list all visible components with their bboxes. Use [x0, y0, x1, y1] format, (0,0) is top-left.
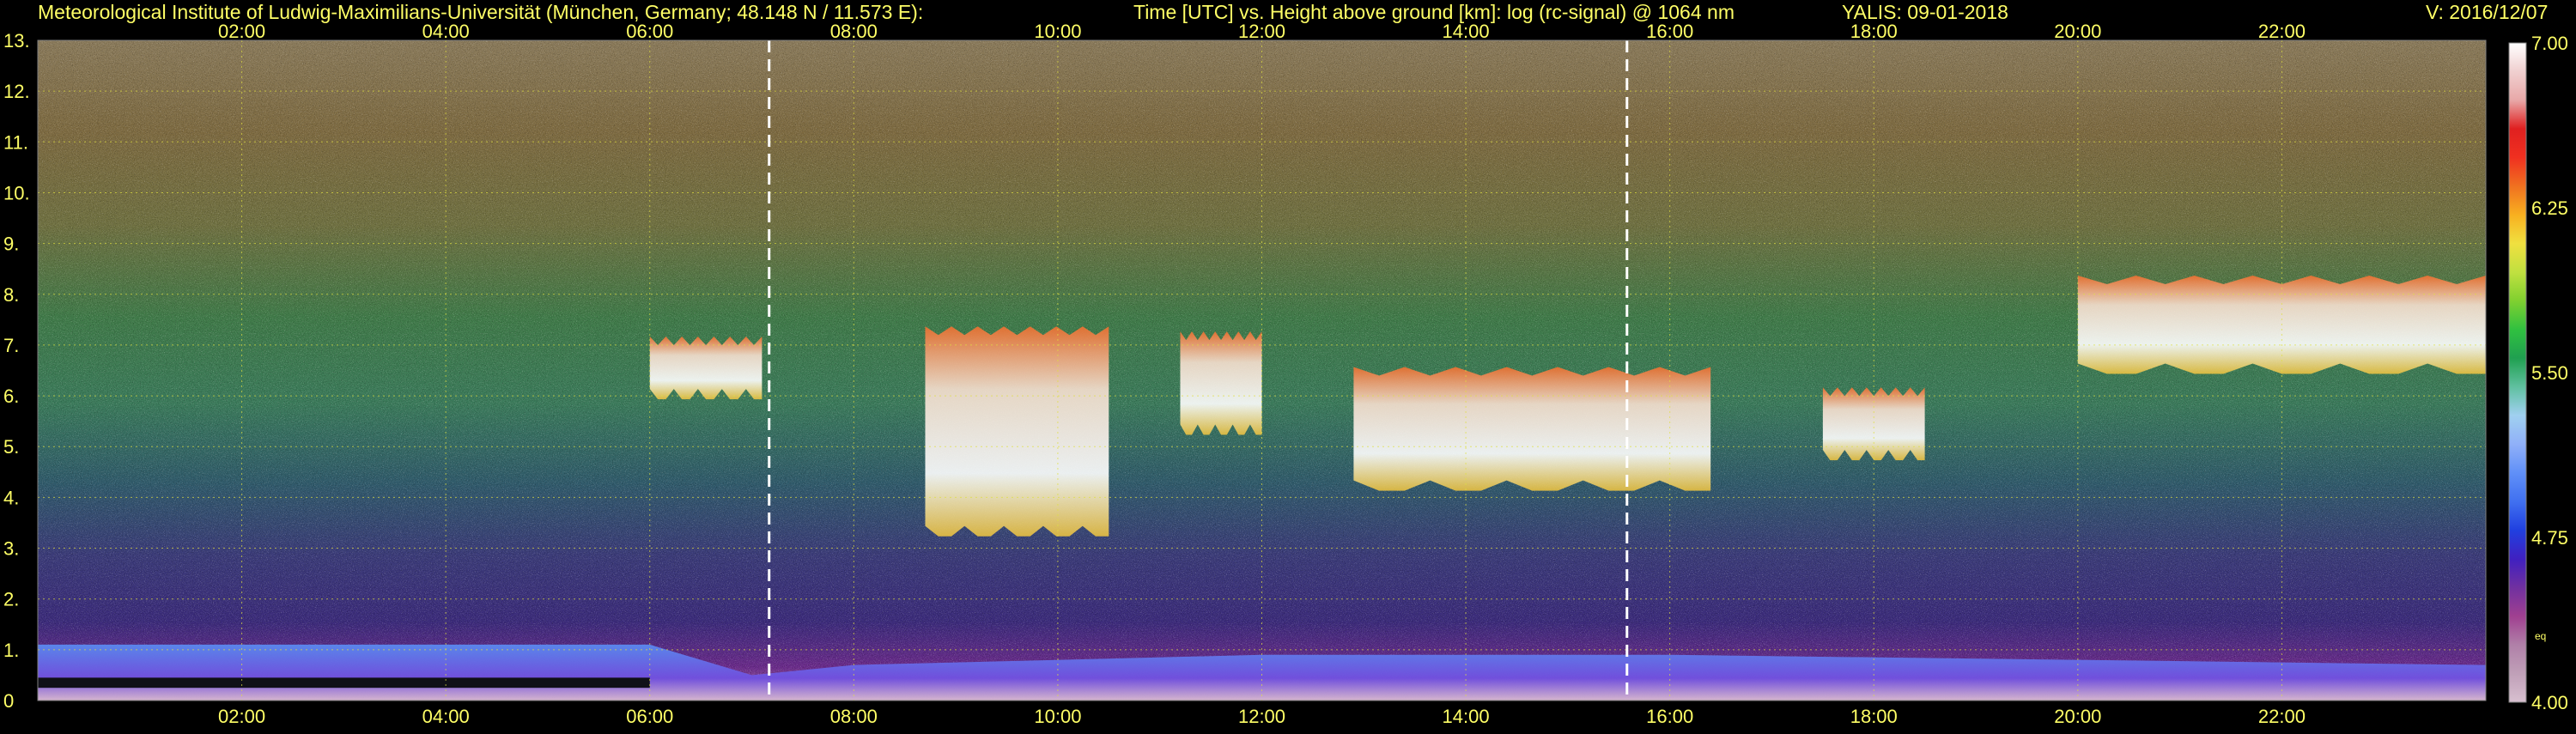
cloud-layer-4 [1353, 367, 1711, 491]
y-tick-label: 5. [3, 436, 19, 458]
y-tick-label: 4. [3, 487, 19, 508]
cloud-layer-1 [649, 337, 762, 400]
colorbar-tick-label: 5.50 [2531, 362, 2568, 384]
version-label: V: 2016/12/07 [2426, 1, 2549, 23]
plot-title: Time [UTC] vs. Height above ground [km]:… [1133, 1, 1735, 23]
plot-area: 02:0002:0004:0004:0006:0006:0008:0008:00… [3, 21, 2487, 727]
x-tick-label-bottom: 22:00 [2258, 706, 2306, 727]
colorbar-note: eq [2535, 630, 2546, 642]
y-tick-label: 0 [3, 690, 14, 712]
y-tick-label: 6. [3, 385, 19, 407]
colorbar-tick-label: 7.00 [2531, 33, 2568, 54]
station-date: YALIS: 09-01-2018 [1842, 1, 2008, 23]
x-tick-label-bottom: 04:00 [422, 706, 470, 727]
y-tick-label: 13. [3, 30, 30, 52]
y-tick-label: 11. [3, 131, 28, 153]
x-tick-label-bottom: 02:00 [218, 706, 265, 727]
y-tick-label: 12. [3, 81, 30, 102]
x-tick-label-bottom: 06:00 [626, 706, 673, 727]
y-tick-label: 9. [3, 234, 19, 255]
x-tick-label-bottom: 10:00 [1034, 706, 1081, 727]
cloud-layer-5 [1822, 387, 1925, 461]
x-tick-label-bottom: 12:00 [1238, 706, 1285, 727]
colorbar-tick-label: 4.75 [2531, 527, 2568, 549]
colorbar-tick-label: 6.25 [2531, 197, 2568, 219]
x-tick-label-bottom: 14:00 [1443, 706, 1490, 727]
colorbar-gradient [2508, 42, 2527, 703]
x-tick-label-bottom: 08:00 [830, 706, 878, 727]
y-tick-label: 1. [3, 640, 19, 661]
y-tick-label: 3. [3, 538, 19, 560]
y-tick-label: 7. [3, 335, 19, 356]
x-tick-label-top: 22:00 [2258, 21, 2306, 42]
cloud-layer-2 [925, 326, 1109, 537]
y-tick-label: 8. [3, 284, 19, 306]
colorbar: 4.00 4.75 5.50 6.25 7.00 eq [2508, 33, 2568, 713]
lidar-plot: 02:00 02:00 04:00 04:00 06:00 06:00 08:00 08:00… [0, 0, 2576, 730]
x-tick-label-bottom: 18:00 [1850, 706, 1898, 727]
y-tick-label: 10. [3, 182, 30, 203]
x-tick-label-top: 10:00 [1034, 21, 1081, 42]
y-tick-label: 2. [3, 589, 19, 610]
colorbar-tick-label: 4.00 [2531, 692, 2568, 713]
night-dark-band [38, 677, 650, 689]
x-tick-label-top: 20:00 [2054, 21, 2101, 42]
cloud-layer-3 [1180, 331, 1262, 435]
institute-header: Meteorological Institute of Ludwig-Maxim… [38, 1, 924, 23]
x-tick-label-bottom: 16:00 [1646, 706, 1693, 727]
lidar-heatmap-svg: 02:0002:0004:0004:0006:0006:0008:0008:00… [3, 21, 2568, 727]
x-tick-label-bottom: 20:00 [2054, 706, 2101, 727]
